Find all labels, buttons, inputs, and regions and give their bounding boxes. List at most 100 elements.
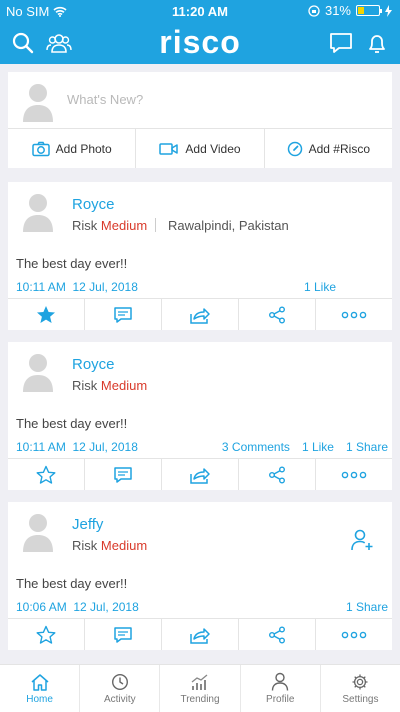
camera-icon: [31, 141, 50, 156]
post-text: The best day ever!!: [16, 576, 128, 591]
forward-button[interactable]: [162, 299, 239, 330]
post-stats: 1 Share: [346, 600, 388, 614]
avatar: [23, 514, 53, 552]
share-icon: [269, 626, 285, 643]
gear-icon: [352, 674, 368, 689]
chat-icon[interactable]: [328, 30, 354, 56]
post-date: 12 Jul, 2018: [73, 600, 139, 614]
more-button[interactable]: [316, 459, 392, 490]
shares-count[interactable]: 1 Share: [346, 440, 388, 454]
tab-trending[interactable]: Trending: [160, 665, 241, 712]
post-time: 10:06 AM: [16, 600, 67, 614]
charging-bolt-icon: [385, 4, 392, 17]
tab-activity-label: Activity: [103, 693, 136, 705]
author-name[interactable]: Royce: [72, 196, 115, 213]
add-photo-button[interactable]: Add Photo: [8, 129, 137, 168]
post-stats: 1 Like: [304, 280, 388, 294]
author-name[interactable]: Jeffy: [72, 516, 103, 533]
likes-count[interactable]: 1 Like: [302, 440, 334, 454]
risk-level: Medium: [100, 218, 148, 233]
post-action-bar: [8, 458, 392, 490]
post-time: 10:11 AM: [16, 440, 66, 454]
star-button[interactable]: [8, 459, 85, 490]
tab-home[interactable]: Home: [0, 665, 81, 712]
add-photo-label: Add Photo: [55, 141, 112, 156]
tab-profile-label: Profile: [266, 694, 295, 705]
author-name[interactable]: Royce: [72, 356, 115, 373]
post-action-bar: [8, 618, 392, 650]
star-button[interactable]: [8, 619, 85, 650]
star-icon: [36, 625, 56, 644]
app-header: No SIM 11:20 AM 31% risco: [0, 0, 400, 64]
more-icon: [341, 311, 367, 318]
status-bar: No SIM 11:20 AM 31%: [0, 0, 400, 22]
avatar: [23, 84, 53, 122]
forward-icon: [190, 627, 210, 644]
forward-button[interactable]: [162, 619, 239, 650]
battery-icon: [356, 5, 382, 16]
top-nav: risco: [0, 22, 400, 64]
post-date: 12 Jul, 2018: [72, 440, 138, 454]
comments-count[interactable]: 3 Comments: [222, 440, 290, 454]
share-button[interactable]: [239, 299, 316, 330]
tab-trending-label: Trending: [180, 693, 220, 705]
bottom-tab-bar: Home Activity Trending Profile Settings: [0, 664, 400, 712]
share-icon: [269, 306, 285, 323]
comment-icon: [114, 626, 132, 643]
person-icon: [272, 672, 289, 691]
shares-count[interactable]: 1 Share: [346, 600, 388, 614]
add-risco-button[interactable]: Add #Risco: [265, 129, 392, 168]
risk-info: Risk Medium: [72, 378, 147, 393]
video-camera-icon: [159, 142, 179, 155]
orientation-lock-icon: [308, 4, 320, 17]
add-risco-label: Add #Risco: [308, 141, 370, 156]
trending-chart-icon: [191, 674, 208, 690]
comment-button[interactable]: [85, 299, 162, 330]
compass-icon: [287, 141, 302, 156]
forward-button[interactable]: [162, 459, 239, 490]
post-time: 10:11 AM: [16, 280, 66, 294]
share-button[interactable]: [239, 459, 316, 490]
risk-level: Medium: [100, 538, 148, 553]
compose-actions: Add Photo Add Video Add #Risco: [8, 128, 392, 168]
post-timestamp: 10:11 AM 12 Jul, 2018: [16, 440, 138, 454]
post-card: Jeffy Risk Medium The best day ever!! 10…: [8, 502, 392, 650]
post-timestamp: 10:11 AM 12 Jul, 2018: [16, 280, 138, 294]
post-card: Royce Risk Medium The best day ever!! 10…: [8, 342, 392, 490]
compose-card: What's New? Add Photo Add Video Add #Ris…: [8, 72, 392, 168]
post-date: 12 Jul, 2018: [72, 280, 138, 294]
post-text: The best day ever!!: [16, 256, 128, 271]
comment-icon: [114, 306, 132, 323]
more-button[interactable]: [316, 299, 392, 330]
share-button[interactable]: [239, 619, 316, 650]
tab-settings-label: Settings: [342, 693, 379, 705]
tab-activity[interactable]: Activity: [80, 665, 161, 712]
post-card: Royce Risk Medium Rawalpindi, Pakistan T…: [8, 182, 392, 330]
tab-settings[interactable]: Settings: [321, 665, 400, 712]
star-icon: [36, 465, 56, 484]
home-icon: [31, 673, 49, 691]
comment-button[interactable]: [85, 619, 162, 650]
add-friend-icon[interactable]: [350, 528, 374, 552]
tab-profile[interactable]: Profile: [241, 665, 321, 712]
add-video-label: Add Video: [185, 141, 241, 156]
likes-count[interactable]: 1 Like: [304, 280, 336, 294]
add-video-button[interactable]: Add Video: [136, 129, 265, 168]
post-text: The best day ever!!: [16, 416, 128, 431]
star-filled-icon: [37, 306, 55, 323]
star-button[interactable]: [8, 299, 85, 330]
risk-level: Medium: [100, 378, 148, 393]
post-action-bar: [8, 298, 392, 330]
risk-label: Risk: [72, 378, 98, 393]
post-stats: 3 Comments 1 Like 1 Share: [222, 440, 388, 454]
more-button[interactable]: [316, 619, 392, 650]
comment-icon: [114, 466, 132, 483]
whats-new-input[interactable]: What's New?: [67, 92, 143, 107]
battery-percent: 31%: [324, 3, 351, 18]
comment-button[interactable]: [85, 459, 162, 490]
bell-icon[interactable]: [364, 30, 390, 56]
more-icon: [341, 471, 367, 478]
share-icon: [269, 466, 285, 483]
risk-label: Risk: [72, 218, 98, 233]
tab-home-label: Home: [26, 693, 53, 705]
